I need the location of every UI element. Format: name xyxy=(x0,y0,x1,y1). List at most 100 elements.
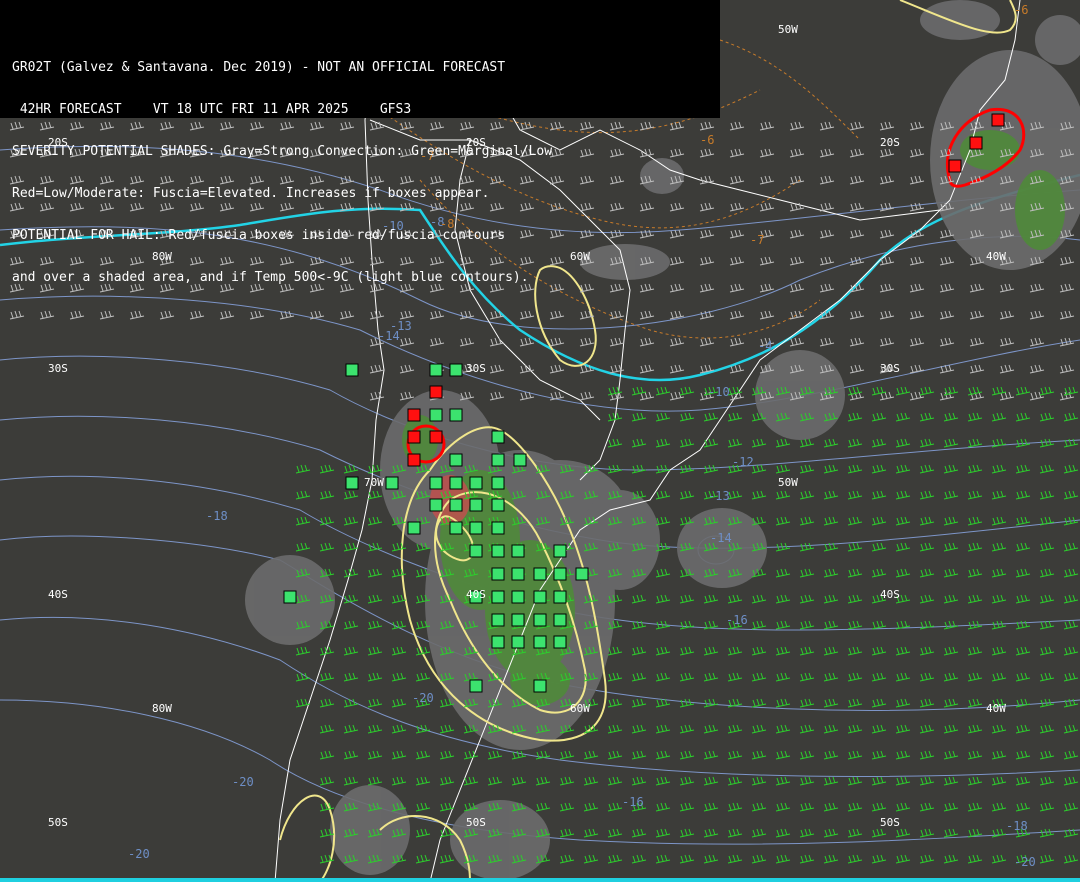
grid-label: 40S xyxy=(880,588,900,601)
wind-barb xyxy=(729,256,745,266)
marginal-risk-box xyxy=(449,453,463,467)
marginal-risk-box xyxy=(511,544,525,558)
wind-barb xyxy=(559,776,575,786)
marginal-risk-box xyxy=(429,498,443,512)
wind-barb xyxy=(727,412,743,422)
wind-barb xyxy=(919,412,935,422)
wind-barb xyxy=(879,202,895,212)
header-line-2: 42HR FORECAST VT 18 UTC FRI 11 APR 2025 … xyxy=(12,102,412,117)
wind-barb xyxy=(849,148,865,158)
wind-barb xyxy=(799,438,815,448)
wind-barb xyxy=(823,672,839,682)
wind-barb xyxy=(849,256,865,266)
wind-barb xyxy=(679,672,695,682)
wind-barb xyxy=(415,672,431,682)
wind-barb xyxy=(999,337,1015,347)
wind-barb xyxy=(607,776,623,786)
temperature-label: -12 xyxy=(732,455,754,469)
wind-barb xyxy=(775,854,791,864)
wind-barb xyxy=(655,568,671,578)
marginal-risk-box xyxy=(491,521,505,535)
wind-barb xyxy=(631,672,647,682)
wind-barb xyxy=(679,438,695,448)
wind-barb xyxy=(655,828,671,838)
wind-barb xyxy=(775,776,791,786)
wind-barb xyxy=(295,464,311,474)
wind-barb xyxy=(579,337,595,347)
wind-barb xyxy=(631,646,647,656)
wind-barb xyxy=(583,750,599,760)
wind-barb xyxy=(751,594,767,604)
wind-barb xyxy=(759,283,775,293)
wind-barb xyxy=(367,490,383,500)
wind-barb xyxy=(399,391,415,401)
wind-barb xyxy=(879,283,895,293)
wind-barb xyxy=(1015,698,1031,708)
wind-barb xyxy=(1059,310,1075,320)
temperature-label: -20 xyxy=(1014,855,1036,869)
grid-label: 20S xyxy=(880,136,900,149)
wind-barb xyxy=(967,750,983,760)
wind-barb xyxy=(871,828,887,838)
marginal-risk-box xyxy=(575,567,589,581)
wind-barb xyxy=(943,542,959,552)
grid-label: 50W xyxy=(778,23,798,36)
grid-label: 30S xyxy=(880,362,900,375)
wind-barb xyxy=(775,516,791,526)
wind-barb xyxy=(751,750,767,760)
wind-barb xyxy=(759,148,775,158)
wind-barb xyxy=(607,698,623,708)
wind-barb xyxy=(343,672,359,682)
wind-barb xyxy=(799,698,815,708)
wind-barb xyxy=(1039,594,1055,604)
grid-label: 30S xyxy=(466,362,486,375)
wind-barb xyxy=(727,724,743,734)
wind-barb xyxy=(789,121,805,131)
wind-barb xyxy=(879,229,895,239)
wind-barb xyxy=(823,802,839,812)
wind-barb xyxy=(429,337,445,347)
wind-barb xyxy=(295,542,311,552)
wind-barb xyxy=(799,802,815,812)
wind-barb xyxy=(679,776,695,786)
marginal-risk-box xyxy=(449,476,463,490)
wind-barb xyxy=(343,490,359,500)
temperature-label: -20 xyxy=(412,691,434,705)
wind-barb xyxy=(559,854,575,864)
wind-barb xyxy=(967,776,983,786)
wind-barb xyxy=(871,724,887,734)
wind-barb xyxy=(559,750,575,760)
wind-barb xyxy=(967,724,983,734)
wind-barb xyxy=(559,828,575,838)
wind-barb xyxy=(631,464,647,474)
wind-barb xyxy=(703,724,719,734)
wind-barb xyxy=(871,542,887,552)
wind-barb xyxy=(1015,802,1031,812)
wind-barb xyxy=(799,516,815,526)
weather-map-viewer: 50W 20S 20S 20S 80W 60W 40W 30S 30S 30S 70W 50W 40S 4… xyxy=(0,0,1080,882)
wind-barb xyxy=(1063,412,1079,422)
wind-barb xyxy=(655,750,671,760)
wind-barb xyxy=(1063,724,1079,734)
wind-barb xyxy=(943,594,959,604)
wind-barb xyxy=(969,337,985,347)
wind-barb xyxy=(759,121,775,131)
wind-barb xyxy=(847,490,863,500)
hail-risk-box xyxy=(991,113,1005,127)
wind-barb xyxy=(679,386,695,396)
wind-barb xyxy=(775,724,791,734)
wind-barb xyxy=(847,620,863,630)
wind-barb xyxy=(895,412,911,422)
wind-barb xyxy=(729,148,745,158)
wind-barb xyxy=(391,568,407,578)
wind-barb xyxy=(631,854,647,864)
wind-barb xyxy=(607,724,623,734)
marginal-risk-box xyxy=(429,476,443,490)
marginal-risk-box xyxy=(283,590,297,604)
wind-barb xyxy=(823,828,839,838)
wind-barb xyxy=(943,776,959,786)
wind-barb xyxy=(391,698,407,708)
wind-barb xyxy=(991,464,1007,474)
wind-barb xyxy=(655,386,671,396)
temperature-label: -10 xyxy=(708,385,730,399)
